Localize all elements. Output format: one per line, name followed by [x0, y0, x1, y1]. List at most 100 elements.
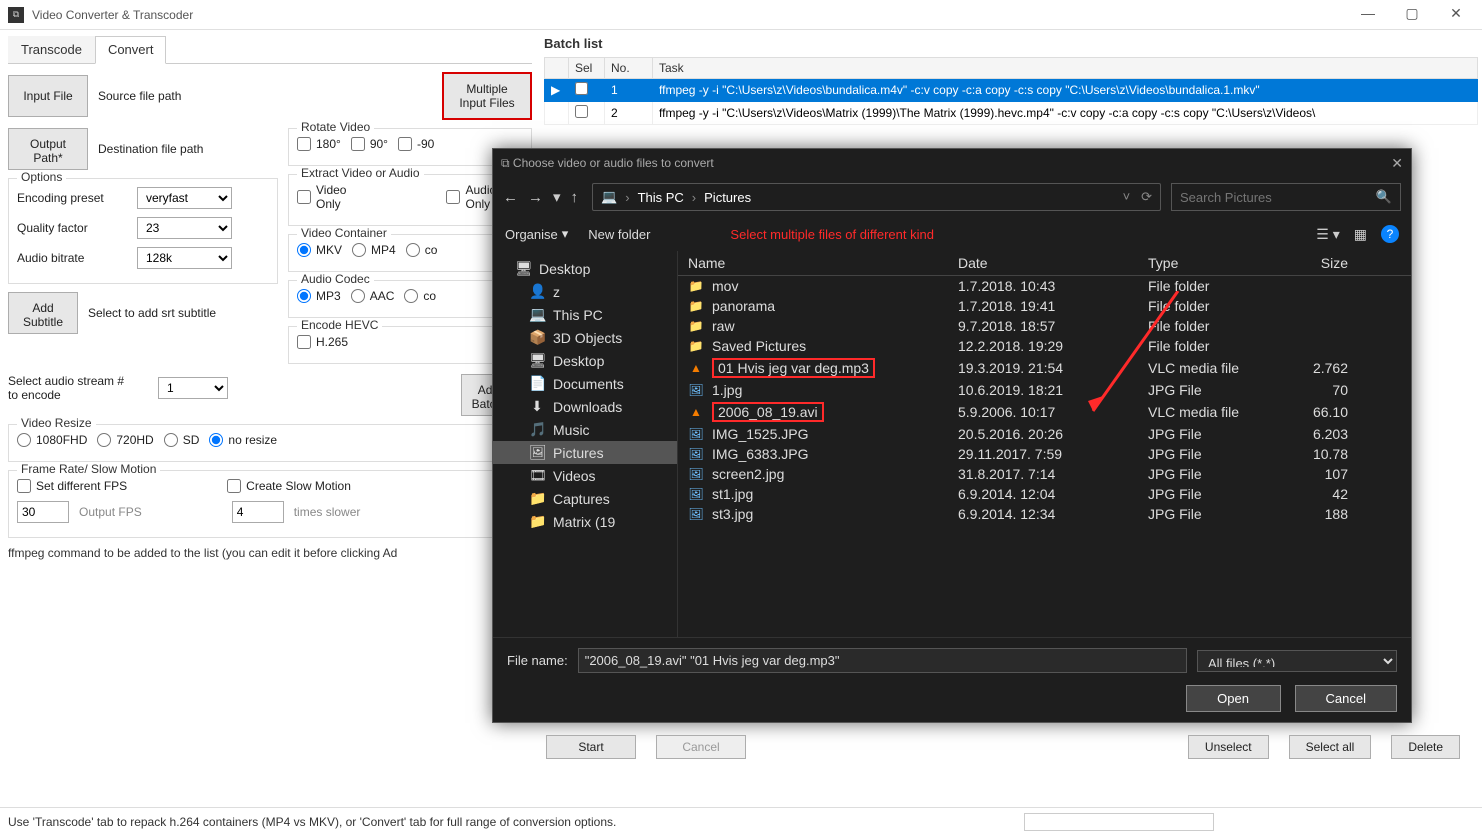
- input-file-button[interactable]: Input File: [8, 75, 88, 117]
- mkv-radio[interactable]: MKV: [297, 243, 342, 257]
- list-item[interactable]: 🖼st3.jpg6.9.2014. 12:34JPG File188: [678, 504, 1411, 524]
- multiple-input-files-button[interactable]: Multiple Input Files: [442, 72, 532, 120]
- minimize-button[interactable]: —: [1358, 5, 1378, 25]
- app-title: Video Converter & Transcoder: [32, 8, 1358, 22]
- subtitle-label: Select to add srt subtitle: [88, 306, 218, 320]
- audio-stream-select[interactable]: 1: [158, 377, 228, 399]
- ac-co-radio[interactable]: co: [404, 289, 436, 303]
- tree-item[interactable]: 💻This PC: [493, 303, 677, 326]
- start-button[interactable]: Start: [546, 735, 636, 759]
- path-breadcrumb[interactable]: 💻› This PC› Pictures ˅ ⟳: [592, 183, 1161, 211]
- nav-back-button[interactable]: ←: [503, 189, 518, 206]
- tree-item[interactable]: 🎵Music: [493, 418, 677, 441]
- list-item[interactable]: 📁raw9.7.2018. 18:57File folder: [678, 316, 1411, 336]
- list-item[interactable]: 🖼IMG_1525.JPG20.5.2016. 20:26JPG File6.2…: [678, 424, 1411, 444]
- nav-forward-button[interactable]: →: [528, 189, 543, 206]
- organise-menu[interactable]: Organise ▾: [505, 226, 568, 242]
- audio-only-checkbox[interactable]: Audio Only: [446, 183, 496, 211]
- dialog-icon: ⧉: [501, 156, 510, 171]
- tree-item[interactable]: 📁Captures: [493, 487, 677, 510]
- tree-item[interactable]: 📁Matrix (19: [493, 510, 677, 533]
- app-icon: ⧉: [8, 7, 24, 23]
- col-task[interactable]: Task: [653, 58, 1478, 79]
- set-fps-checkbox[interactable]: Set different FPS: [17, 479, 127, 493]
- nav-dropdown-button[interactable]: ▾: [553, 188, 561, 206]
- view-mode-button[interactable]: ☰ ▾: [1316, 226, 1339, 243]
- resize-720-radio[interactable]: 720HD: [97, 433, 153, 447]
- delete-button[interactable]: Delete: [1391, 735, 1460, 759]
- col-name[interactable]: Name: [678, 255, 958, 271]
- vc-co-radio[interactable]: co: [406, 243, 438, 257]
- search-box[interactable]: 🔍: [1171, 183, 1401, 211]
- output-path-button[interactable]: Output Path*: [8, 128, 88, 170]
- col-type[interactable]: Type: [1148, 255, 1298, 271]
- resize-sd-radio[interactable]: SD: [164, 433, 200, 447]
- encoding-preset-label: Encoding preset: [17, 191, 127, 205]
- maximize-button[interactable]: ▢: [1402, 5, 1422, 25]
- col-sel[interactable]: Sel: [569, 58, 605, 79]
- tree-item[interactable]: 🖥Desktop: [493, 257, 677, 280]
- preview-pane-button[interactable]: ▦: [1354, 226, 1367, 243]
- tree-item[interactable]: 👤z: [493, 280, 677, 303]
- list-item[interactable]: 🖼IMG_6383.JPG29.11.2017. 7:59JPG File10.…: [678, 444, 1411, 464]
- titlebar: ⧉ Video Converter & Transcoder — ▢ ✕: [0, 0, 1482, 30]
- table-row[interactable]: 2ffmpeg -y -i "C:\Users\z\Videos\Matrix …: [545, 102, 1478, 125]
- aac-radio[interactable]: AAC: [351, 289, 395, 303]
- new-folder-button[interactable]: New folder: [588, 227, 650, 242]
- list-item[interactable]: 🖼screen2.jpg31.8.2017. 7:14JPG File107: [678, 464, 1411, 484]
- encoding-preset-select[interactable]: veryfast: [137, 187, 232, 209]
- audio-bitrate-select[interactable]: 128k: [137, 247, 232, 269]
- mp3-radio[interactable]: MP3: [297, 289, 341, 303]
- video-only-checkbox[interactable]: Video Only: [297, 183, 346, 211]
- cancel-button[interactable]: Cancel: [656, 735, 746, 759]
- audio-stream-label: Select audio stream # to encode: [8, 374, 148, 402]
- file-filter-select[interactable]: All files (*.*): [1197, 650, 1397, 672]
- dialog-close-button[interactable]: ✕: [1391, 155, 1403, 172]
- help-icon[interactable]: ?: [1381, 225, 1399, 243]
- list-item[interactable]: 📁mov1.7.2018. 10:43File folder: [678, 276, 1411, 296]
- tree-item[interactable]: 📄Documents: [493, 372, 677, 395]
- resize-1080-radio[interactable]: 1080FHD: [17, 433, 87, 447]
- h265-checkbox[interactable]: H.265: [297, 335, 348, 349]
- tree-item[interactable]: 🖥Desktop: [493, 349, 677, 372]
- slow-motion-checkbox[interactable]: Create Slow Motion: [227, 479, 351, 493]
- close-button[interactable]: ✕: [1446, 5, 1466, 25]
- rotate-90-checkbox[interactable]: 90°: [351, 137, 388, 151]
- list-item[interactable]: 📁panorama1.7.2018. 19:41File folder: [678, 296, 1411, 316]
- rotate-m90-checkbox[interactable]: -90: [398, 137, 434, 151]
- resize-none-radio[interactable]: no resize: [209, 433, 277, 447]
- unselect-button[interactable]: Unselect: [1188, 735, 1269, 759]
- dialog-cancel-button[interactable]: Cancel: [1295, 685, 1397, 712]
- list-item[interactable]: 📁Saved Pictures12.2.2018. 19:29File fold…: [678, 336, 1411, 356]
- list-item[interactable]: 🖼1.jpg10.6.2019. 18:21JPG File70: [678, 380, 1411, 400]
- mp4-radio[interactable]: MP4: [352, 243, 396, 257]
- tree-item[interactable]: 🎞Videos: [493, 464, 677, 487]
- col-date[interactable]: Date: [958, 255, 1148, 271]
- tree-item[interactable]: 📦3D Objects: [493, 326, 677, 349]
- resize-group: Video Resize 1080FHD 720HD SD no resize: [8, 424, 532, 462]
- search-input[interactable]: [1180, 190, 1368, 205]
- add-subtitle-button[interactable]: Add Subtitle: [8, 292, 78, 334]
- file-list: Name Date Type Size 📁mov1.7.2018. 10:43F…: [678, 251, 1411, 637]
- selectall-button[interactable]: Select all: [1289, 735, 1372, 759]
- rotate-180-checkbox[interactable]: 180°: [297, 137, 341, 151]
- ffmpeg-cmd-label: ffmpeg command to be added to the list (…: [8, 546, 532, 560]
- dialog-open-button[interactable]: Open: [1186, 685, 1281, 712]
- list-item[interactable]: 🖼st1.jpg6.9.2014. 12:04JPG File42: [678, 484, 1411, 504]
- col-size[interactable]: Size: [1298, 255, 1358, 271]
- col-no[interactable]: No.: [605, 58, 653, 79]
- list-item[interactable]: ▲2006_08_19.avi5.9.2006. 10:17VLC media …: [678, 400, 1411, 424]
- filename-input[interactable]: [578, 648, 1187, 673]
- tab-transcode[interactable]: Transcode: [8, 36, 95, 63]
- table-row[interactable]: ▶1ffmpeg -y -i "C:\Users\z\Videos\bundal…: [545, 79, 1478, 102]
- tree-item[interactable]: 🖼Pictures: [493, 441, 677, 464]
- nav-up-button[interactable]: ↑: [571, 189, 579, 206]
- fps-input[interactable]: [17, 501, 69, 523]
- tree-item[interactable]: ⬇Downloads: [493, 395, 677, 418]
- tab-convert[interactable]: Convert: [95, 36, 167, 64]
- filename-label: File name:: [507, 653, 568, 668]
- slow-input[interactable]: [232, 501, 284, 523]
- folder-tree[interactable]: 🖥Desktop👤z💻This PC📦3D Objects🖥Desktop📄Do…: [493, 251, 678, 637]
- quality-factor-select[interactable]: 23: [137, 217, 232, 239]
- list-item[interactable]: ▲01 Hvis jeg var deg.mp319.3.2019. 21:54…: [678, 356, 1411, 380]
